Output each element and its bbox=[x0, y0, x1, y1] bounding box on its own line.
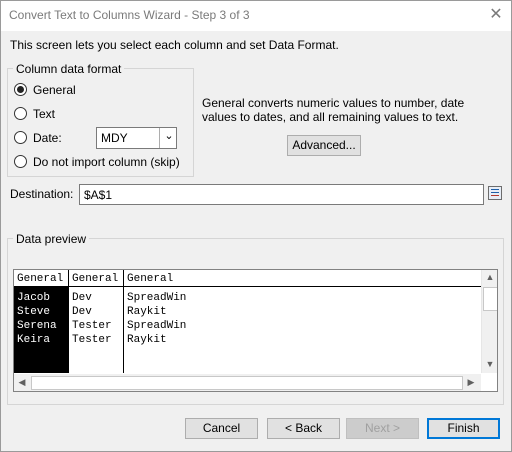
radio-general-label[interactable]: General bbox=[33, 83, 76, 97]
scroll-up-icon[interactable]: ▲ bbox=[482, 272, 497, 282]
scroll-right-icon[interactable]: ▶ bbox=[463, 377, 479, 388]
radio-skip[interactable] bbox=[14, 155, 27, 168]
select-divider bbox=[159, 128, 160, 148]
finish-button[interactable]: Finish bbox=[427, 418, 500, 439]
preview-cell: SpreadWin bbox=[127, 320, 187, 332]
data-preview-label: Data preview bbox=[13, 232, 90, 246]
date-format-value: MDY bbox=[101, 131, 128, 145]
advanced-button[interactable]: Advanced... bbox=[287, 135, 361, 156]
next-button[interactable]: Next > bbox=[346, 418, 419, 439]
preview-cell: Raykit bbox=[127, 306, 167, 318]
preview-cell: Dev bbox=[72, 306, 92, 318]
preview-header-3: General bbox=[127, 273, 174, 285]
preview-cell: Tester bbox=[72, 320, 112, 332]
scroll-down-icon[interactable]: ▼ bbox=[482, 359, 497, 369]
preview-cell: Keira bbox=[17, 334, 51, 346]
date-format-select[interactable]: MDY ⌄ bbox=[96, 127, 177, 149]
preview-column-2[interactable]: General Dev Dev Tester Tester bbox=[69, 270, 124, 373]
preview-cell: Steve bbox=[17, 306, 51, 318]
radio-skip-label[interactable]: Do not import column (skip) bbox=[33, 155, 180, 169]
radio-text[interactable] bbox=[14, 107, 27, 120]
destination-value: $A$1 bbox=[84, 188, 113, 202]
radio-date-label[interactable]: Date: bbox=[33, 131, 62, 145]
cancel-button[interactable]: Cancel bbox=[185, 418, 258, 439]
destination-input[interactable]: $A$1 bbox=[79, 184, 484, 205]
format-description: General converts numeric values to numbe… bbox=[202, 96, 465, 124]
data-preview-grid[interactable]: General Jacob Steve Serena Keira General… bbox=[13, 269, 498, 392]
close-icon[interactable]: ✕ bbox=[486, 5, 506, 25]
preview-cell: Serena bbox=[17, 320, 57, 332]
scroll-left-icon[interactable]: ◀ bbox=[14, 377, 30, 388]
preview-column-1[interactable]: General Jacob Steve Serena Keira bbox=[14, 270, 69, 373]
radio-general[interactable] bbox=[14, 83, 27, 96]
preview-column-3[interactable]: General SpreadWin Raykit SpreadWin Rayki… bbox=[124, 270, 481, 373]
horizontal-scroll-thumb[interactable] bbox=[31, 376, 463, 390]
destination-label: Destination: bbox=[10, 187, 74, 201]
column-data-format-label: Column data format bbox=[13, 62, 125, 76]
intro-text: This screen lets you select each column … bbox=[10, 38, 339, 52]
preview-header-1: General bbox=[17, 273, 64, 285]
back-button[interactable]: < Back bbox=[267, 418, 340, 439]
range-selector-icon[interactable] bbox=[488, 186, 502, 200]
radio-text-label[interactable]: Text bbox=[33, 107, 55, 121]
window-title: Convert Text to Columns Wizard - Step 3 … bbox=[9, 8, 250, 22]
preview-header-2: General bbox=[72, 273, 119, 285]
preview-cell: Raykit bbox=[127, 334, 167, 346]
horizontal-scrollbar[interactable]: ◀ ▶ bbox=[14, 374, 481, 391]
vertical-scrollbar[interactable]: ▲ ▼ bbox=[481, 270, 497, 373]
chevron-down-icon[interactable]: ⌄ bbox=[161, 129, 177, 142]
vertical-scroll-thumb[interactable] bbox=[483, 287, 497, 311]
preview-cell: Dev bbox=[72, 292, 92, 304]
preview-cell: Jacob bbox=[17, 292, 51, 304]
preview-cell: Tester bbox=[72, 334, 112, 346]
radio-date[interactable] bbox=[14, 131, 27, 144]
preview-cell: SpreadWin bbox=[127, 292, 187, 304]
